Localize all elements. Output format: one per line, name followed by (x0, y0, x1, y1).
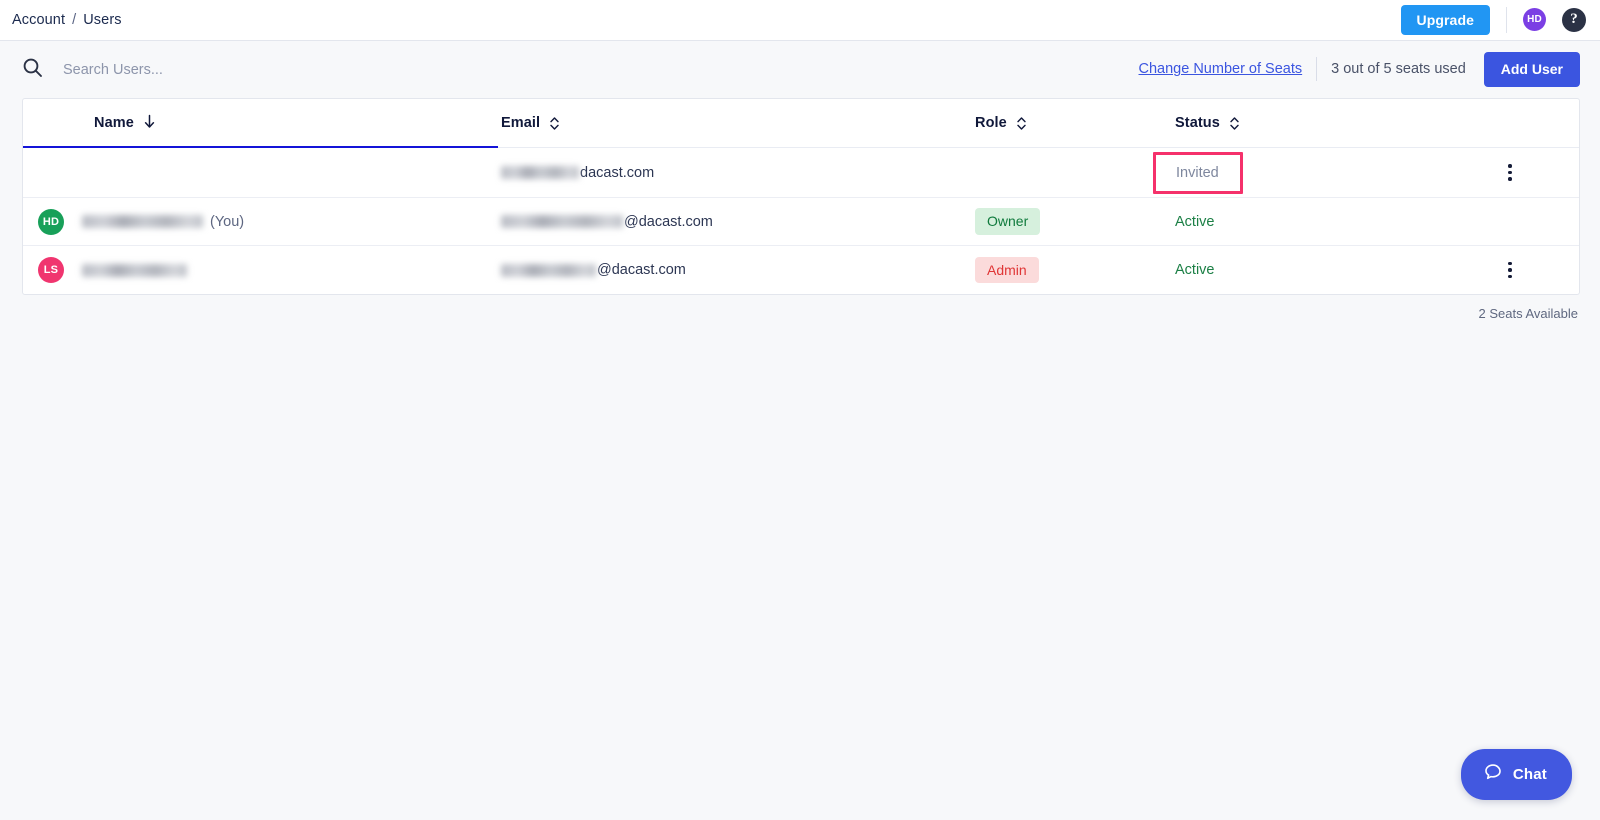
chat-button[interactable]: Chat (1461, 749, 1572, 800)
row-menu-icon[interactable] (1500, 258, 1520, 283)
cell-role: Admin (953, 257, 1153, 283)
table-header-row: Name Email Role (23, 99, 1579, 148)
breadcrumb: Account / Users (12, 12, 122, 28)
role-badge: Owner (975, 208, 1040, 234)
sort-toggle-icon[interactable] (549, 116, 560, 131)
avatar: LS (38, 257, 64, 283)
redacted-email-prefix (501, 215, 623, 228)
seats-used-label: 3 out of 5 seats used (1331, 61, 1466, 77)
breadcrumb-account[interactable]: Account (12, 12, 65, 28)
upgrade-button[interactable]: Upgrade (1401, 5, 1491, 36)
seats-available-note: 2 Seats Available (0, 306, 1578, 321)
search-area (22, 57, 1139, 83)
top-bar-actions: Upgrade HD ? (1401, 5, 1587, 36)
column-header-status-label: Status (1175, 115, 1220, 131)
add-user-button[interactable]: Add User (1484, 52, 1580, 87)
column-header-status[interactable]: Status (1153, 115, 1443, 131)
users-table: Name Email Role (22, 98, 1580, 295)
email-domain: dacast.com (580, 165, 654, 181)
row-menu-icon[interactable] (1500, 160, 1520, 185)
cell-email: @dacast.com (498, 262, 953, 278)
status-highlight-box: Invited (1153, 152, 1243, 194)
email-domain: @dacast.com (597, 262, 686, 278)
status-badge: Invited (1176, 165, 1219, 181)
column-header-email[interactable]: Email (498, 115, 953, 131)
toolbar-actions: Change Number of Seats 3 out of 5 seats … (1139, 52, 1580, 87)
chat-label: Chat (1513, 766, 1547, 783)
search-icon (22, 57, 43, 83)
cell-name: HD (You) (23, 209, 498, 235)
user-name (82, 264, 187, 277)
user-name: (You) (82, 214, 244, 230)
sort-descending-icon[interactable] (143, 114, 156, 133)
redacted-email-prefix (501, 166, 579, 179)
you-label: (You) (210, 214, 244, 230)
cell-actions (1443, 258, 1579, 283)
users-toolbar: Change Number of Seats 3 out of 5 seats … (0, 41, 1600, 98)
search-input[interactable] (63, 62, 483, 78)
status-badge: Active (1175, 262, 1215, 278)
cell-status: Invited (1153, 152, 1443, 194)
cell-name: LS (23, 257, 498, 283)
top-bar-divider (1506, 7, 1507, 33)
table-row[interactable]: HD (You) @dacast.com Owner Active (23, 198, 1579, 246)
breadcrumb-separator: / (72, 12, 76, 28)
cell-email: dacast.com (498, 165, 953, 181)
cell-status: Active (1153, 214, 1443, 230)
role-badge: Admin (975, 257, 1039, 283)
avatar: HD (38, 209, 64, 235)
redacted-email-prefix (501, 264, 596, 277)
email-domain: @dacast.com (624, 214, 713, 230)
cell-actions (1443, 160, 1579, 185)
top-bar: Account / Users Upgrade HD ? (0, 0, 1600, 41)
column-header-name[interactable]: Name (23, 114, 498, 133)
redacted-user-name (82, 215, 203, 228)
column-header-email-label: Email (501, 115, 540, 131)
toolbar-divider (1316, 57, 1317, 81)
change-number-of-seats-link[interactable]: Change Number of Seats (1139, 61, 1303, 77)
help-icon[interactable]: ? (1562, 8, 1586, 32)
column-header-role-label: Role (975, 115, 1007, 131)
sort-toggle-icon[interactable] (1229, 116, 1240, 131)
cell-role: Owner (953, 208, 1153, 234)
cell-email: @dacast.com (498, 214, 953, 230)
breadcrumb-users[interactable]: Users (83, 12, 121, 28)
avatar[interactable]: HD (1523, 8, 1546, 31)
table-row[interactable]: dacast.com Invited (23, 148, 1579, 198)
sort-toggle-icon[interactable] (1016, 116, 1027, 131)
cell-status: Active (1153, 262, 1443, 278)
redacted-user-name (82, 264, 187, 277)
table-row[interactable]: LS @dacast.com Admin Active (23, 246, 1579, 294)
chat-bubble-icon (1483, 762, 1503, 787)
status-badge: Active (1175, 214, 1215, 230)
column-header-name-label: Name (94, 115, 134, 131)
column-header-role[interactable]: Role (953, 115, 1153, 131)
